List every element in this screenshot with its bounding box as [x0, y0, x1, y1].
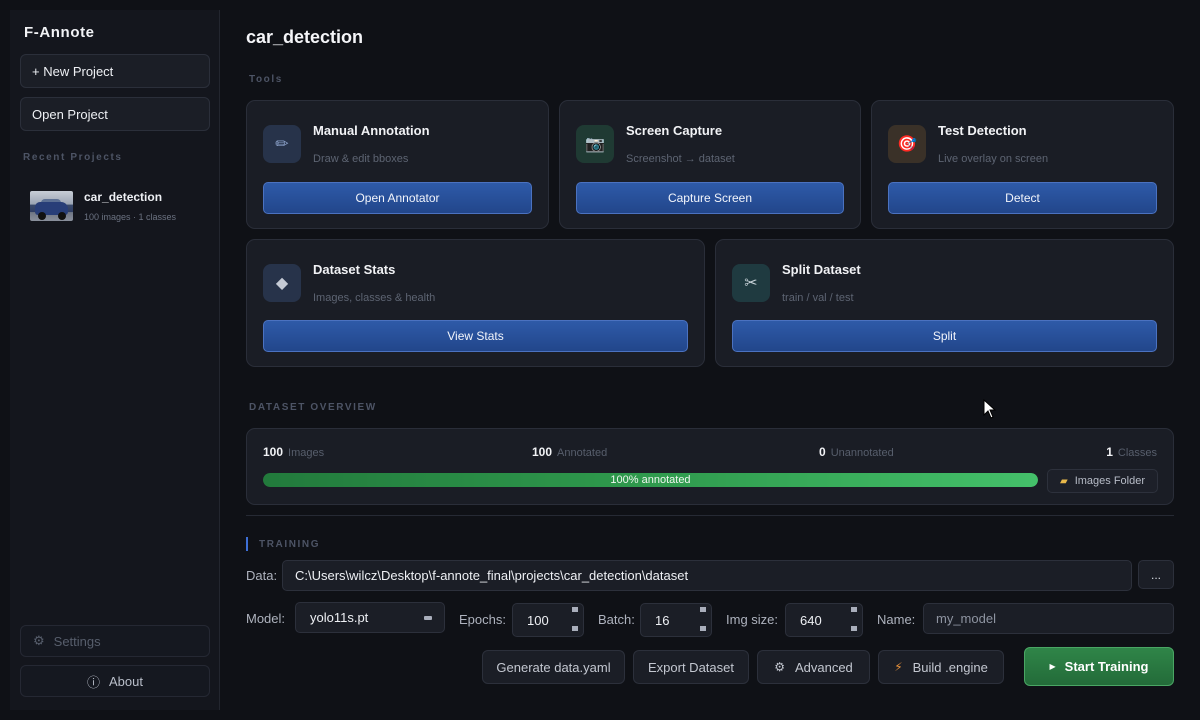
card-title: Manual Annotation	[313, 123, 430, 138]
screen-capture-card: 📷 Screen Capture Screenshot → dataset Ca…	[559, 100, 861, 229]
batch-label: Batch:	[598, 612, 635, 627]
unannotated-stat: 0 Unannotated	[819, 445, 894, 459]
advanced-button[interactable]: ⚙ Advanced	[757, 650, 870, 684]
settings-button[interactable]: ⚙ Settings	[20, 625, 210, 657]
data-label: Data:	[246, 568, 278, 583]
section-divider	[246, 515, 1174, 516]
app-brand: F-Annote	[24, 24, 95, 41]
images-stat: 100 Images	[263, 445, 324, 459]
annotation-progress-bar: 100% annotated	[263, 473, 1038, 487]
classes-count: 1	[1106, 445, 1113, 459]
card-subtitle: Draw & edit bboxes	[313, 153, 409, 165]
unannotated-label: Unannotated	[830, 447, 894, 459]
card-subtitle: train / val / test	[782, 292, 854, 304]
about-label: About	[109, 673, 143, 689]
card-title: Split Dataset	[782, 262, 861, 277]
manual-annotation-card: ✏ Manual Annotation Draw & edit bboxes O…	[246, 100, 549, 229]
target-icon: 🎯	[888, 125, 926, 163]
card-title: Test Detection	[938, 123, 1027, 138]
advanced-label: Advanced	[794, 659, 853, 675]
detect-button[interactable]: Detect	[888, 182, 1157, 214]
browse-button[interactable]: ...	[1138, 560, 1174, 589]
pencil-icon: ✏	[263, 125, 301, 163]
card-subtitle: Screenshot → dataset	[626, 153, 735, 165]
images-label: Images	[288, 447, 325, 459]
classes-label: Classes	[1117, 447, 1157, 459]
training-accent-bar	[246, 537, 248, 551]
dataset-overview-panel: 100 Images 100 Annotated 0 Unannotated 1 Cla…	[246, 428, 1174, 505]
start-training-label: Start Training	[1064, 659, 1149, 674]
epochs-spinbox[interactable]: 100	[512, 603, 584, 637]
data-path-input[interactable]: C:\Users\wilcz\Desktop\f-annote_final\pr…	[282, 560, 1132, 591]
spin-arrows-icon[interactable]	[699, 607, 707, 631]
card-subtitle: Images, classes & health	[313, 292, 436, 304]
epochs-value: 100	[527, 612, 549, 628]
split-button[interactable]: Split	[732, 320, 1157, 352]
open-project-button[interactable]: Open Project	[20, 97, 210, 131]
diamond-icon: ◆	[263, 264, 301, 302]
model-value: yolo11s.pt	[310, 610, 369, 625]
lightning-icon: ⚡	[894, 660, 903, 674]
imgsize-value: 640	[800, 612, 822, 628]
annotated-count: 100	[532, 445, 553, 459]
training-heading: Training	[259, 539, 321, 550]
tools-heading: Tools	[249, 74, 283, 85]
build-engine-label: Build .engine	[912, 659, 988, 675]
spin-arrows-icon[interactable]	[850, 607, 858, 631]
info-icon: ⓘ	[87, 674, 101, 690]
progress-text: 100% annotated	[610, 474, 691, 486]
export-dataset-button[interactable]: Export Dataset	[633, 650, 749, 684]
images-count: 100	[263, 445, 284, 459]
images-folder-label: Images Folder	[1074, 475, 1145, 487]
spin-arrows-icon[interactable]	[571, 607, 579, 631]
recent-project-meta: 100 images · 1 classes	[84, 212, 177, 222]
model-label: Model:	[246, 611, 286, 626]
page-title: car_detection	[246, 27, 364, 47]
annotated-label: Annotated	[557, 447, 608, 459]
unannotated-count: 0	[819, 445, 826, 459]
gear-icon: ⚙	[33, 633, 45, 648]
imgsize-spinbox[interactable]: 640	[785, 603, 863, 637]
batch-value: 16	[655, 612, 670, 628]
recent-project-item[interactable]: car_detection 100 images · 1 classes	[30, 188, 210, 234]
new-project-button[interactable]: + New Project	[20, 54, 210, 88]
about-button[interactable]: ⓘ About	[20, 665, 210, 697]
model-select[interactable]: yolo11s.pt	[295, 602, 445, 633]
annotated-stat: 100 Annotated	[532, 445, 607, 459]
start-training-button[interactable]: ▶ Start Training	[1024, 647, 1174, 686]
dataset-stats-card: ◆ Dataset Stats Images, classes & health…	[246, 239, 705, 367]
dataset-overview-heading: Dataset Overview	[249, 402, 377, 413]
classes-stat: 1 Classes	[1106, 445, 1157, 459]
sidebar: F-Annote + New Project Open Project Rece…	[10, 10, 220, 710]
card-title: Dataset Stats	[313, 262, 396, 277]
batch-spinbox[interactable]: 16	[640, 603, 712, 637]
recent-project-name: car_detection	[84, 190, 163, 204]
scissors-icon: ✂	[732, 264, 770, 302]
imgsize-label: Img size:	[726, 612, 779, 627]
play-icon: ▶	[1049, 662, 1056, 671]
open-annotator-button[interactable]: Open Annotator	[263, 182, 532, 214]
model-name-input[interactable]: my_model	[923, 603, 1174, 634]
capture-screen-button[interactable]: Capture Screen	[576, 182, 844, 214]
view-stats-button[interactable]: View Stats	[263, 320, 688, 352]
dropdown-arrow-icon	[424, 616, 432, 620]
card-title: Screen Capture	[626, 123, 723, 138]
epochs-label: Epochs:	[459, 612, 506, 627]
mouse-cursor-icon	[983, 399, 997, 419]
settings-label: Settings	[53, 633, 101, 649]
card-subtitle: Live overlay on screen	[938, 153, 1049, 165]
recent-projects-heading: Recent Projects	[23, 152, 123, 163]
folder-icon: ▰	[1059, 475, 1068, 487]
test-detection-card: 🎯 Test Detection Live overlay on screen …	[871, 100, 1174, 229]
split-dataset-card: ✂ Split Dataset train / val / test Split	[715, 239, 1174, 367]
gear-icon: ⚙	[774, 660, 785, 674]
camera-icon: 📷	[576, 125, 614, 163]
build-engine-button[interactable]: ⚡ Build .engine	[878, 650, 1004, 684]
name-label: Name:	[877, 612, 916, 627]
generate-yaml-button[interactable]: Generate data.yaml	[482, 650, 625, 684]
project-thumbnail	[30, 191, 73, 221]
images-folder-button[interactable]: ▰ Images Folder	[1047, 469, 1158, 493]
